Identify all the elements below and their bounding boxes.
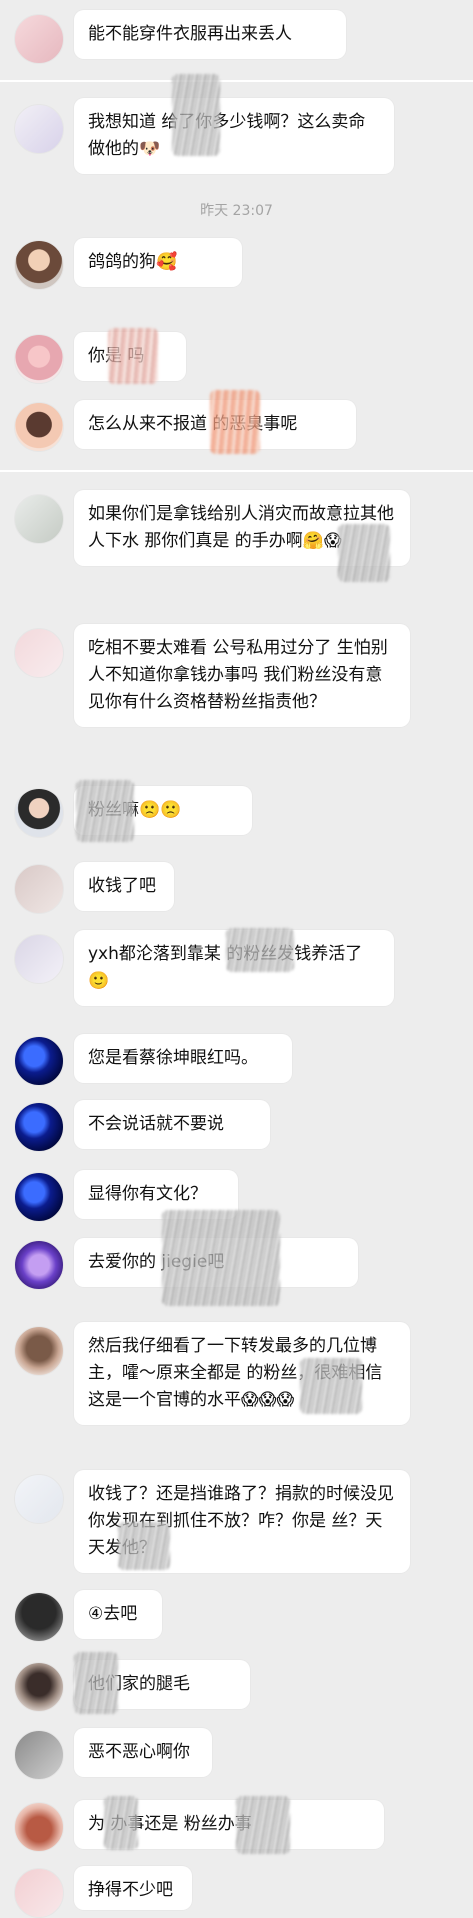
message-text: 显得你有文化？ xyxy=(88,1184,207,1204)
message-bubble: 挣得不少吧 xyxy=(74,1866,192,1910)
message-text: 恶不恶心啊你 xyxy=(88,1742,190,1762)
message-bubble: 您是看蔡徐坤眼红吗。 xyxy=(74,1034,292,1083)
avatar[interactable] xyxy=(14,1240,64,1290)
avatar[interactable] xyxy=(14,494,64,544)
section-divider xyxy=(0,80,473,82)
avatar[interactable] xyxy=(14,1036,64,1086)
avatar[interactable] xyxy=(14,628,64,678)
message-text: 怎么从来不报道 的恶臭事呢 xyxy=(88,414,298,434)
message-bubble: 去爱你的 jiegie吧 xyxy=(74,1238,358,1287)
message-text: 挣得不少吧 xyxy=(88,1880,173,1900)
message-bubble: 怎么从来不报道 的恶臭事呢 xyxy=(74,400,356,449)
avatar[interactable] xyxy=(14,1102,64,1152)
message-text: 收钱了吧 xyxy=(88,876,156,896)
message-bubble: 不会说话就不要说 xyxy=(74,1100,270,1149)
avatar[interactable] xyxy=(14,864,64,914)
message-bubble: 吃相不要太难看 公号私用过分了 生怕别人不知道你拿钱办事吗 我们粉丝没有意见你有… xyxy=(74,624,410,727)
avatar[interactable] xyxy=(14,1172,64,1222)
message-text: 然后我仔细看了一下转发最多的几位博主，嚯～原来全都是 的粉丝，很难相信这是一个官… xyxy=(88,1336,383,1410)
message-bubble: 显得你有文化？ xyxy=(74,1170,238,1219)
timestamp: 昨天 23:07 xyxy=(200,203,273,219)
avatar[interactable] xyxy=(14,1802,64,1852)
avatar[interactable] xyxy=(14,334,64,384)
message-bubble: ④去吧 xyxy=(74,1590,162,1639)
section-divider xyxy=(0,470,473,472)
message-text: 吃相不要太难看 公号私用过分了 生怕别人不知道你拿钱办事吗 我们粉丝没有意见你有… xyxy=(88,638,388,712)
message-bubble: 你是 吗 xyxy=(74,332,186,381)
message-text: 如果你们是拿钱给别人消灾而故意拉其他人下水 那你们真是 的手办啊🤗😱 xyxy=(88,504,394,551)
message-bubble: yxh都沦落到靠某 的粉丝发钱养活了🙂 xyxy=(74,930,394,1006)
avatar[interactable] xyxy=(14,1592,64,1642)
message-bubble: 能不能穿件衣服再出来丢人 xyxy=(74,10,346,59)
message-text: 粉丝嘛🙁🙁 xyxy=(88,800,182,820)
message-text: 他们家的腿毛 xyxy=(88,1674,190,1694)
message-bubble: 如果你们是拿钱给别人消灾而故意拉其他人下水 那你们真是 的手办啊🤗😱 xyxy=(74,490,410,566)
message-text: 鸽鸽的狗🥰 xyxy=(88,252,178,272)
message-text: 去爱你的 jiegie吧 xyxy=(88,1252,225,1272)
message-text: 我想知道 给了你多少钱啊？这么卖命做他的🐶 xyxy=(88,112,366,159)
message-bubble: 我想知道 给了你多少钱啊？这么卖命做他的🐶 xyxy=(74,98,394,174)
message-text: 您是看蔡徐坤眼红吗。 xyxy=(88,1048,258,1068)
message-text: 为 办事还是 粉丝办事 xyxy=(88,1814,252,1834)
message-text: 能不能穿件衣服再出来丢人 xyxy=(88,24,292,44)
message-text: 不会说话就不要说 xyxy=(88,1114,224,1134)
message-text: 你是 吗 xyxy=(88,346,145,366)
avatar[interactable] xyxy=(14,240,64,290)
message-bubble: 收钱了？还是挡谁路了？捐款的时候没见你发现在到抓住不放？咋？你是 丝？天天发他？ xyxy=(74,1470,410,1573)
chat-log: 能不能穿件衣服再出来丢人 我想知道 给了你多少钱啊？这么卖命做他的🐶 昨天 23… xyxy=(0,0,473,1918)
message-bubble: 粉丝嘛🙁🙁 xyxy=(74,786,252,835)
avatar[interactable] xyxy=(14,1868,64,1918)
message-bubble: 然后我仔细看了一下转发最多的几位博主，嚯～原来全都是 的粉丝，很难相信这是一个官… xyxy=(74,1322,410,1425)
message-bubble: 收钱了吧 xyxy=(74,862,174,911)
avatar[interactable] xyxy=(14,1326,64,1376)
avatar[interactable] xyxy=(14,14,64,64)
avatar[interactable] xyxy=(14,1474,64,1524)
message-bubble: 他们家的腿毛 xyxy=(74,1660,250,1709)
message-text: yxh都沦落到靠某 的粉丝发钱养活了🙂 xyxy=(88,944,363,991)
avatar[interactable] xyxy=(14,1730,64,1780)
message-text: ④去吧 xyxy=(88,1604,138,1624)
avatar[interactable] xyxy=(14,934,64,984)
message-bubble: 鸽鸽的狗🥰 xyxy=(74,238,242,287)
message-text: 收钱了？还是挡谁路了？捐款的时候没见你发现在到抓住不放？咋？你是 丝？天天发他？ xyxy=(88,1484,394,1558)
message-bubble: 恶不恶心啊你 xyxy=(74,1728,212,1777)
avatar[interactable] xyxy=(14,788,64,838)
message-bubble: 为 办事还是 粉丝办事 xyxy=(74,1800,384,1849)
avatar[interactable] xyxy=(14,402,64,452)
avatar[interactable] xyxy=(14,1662,64,1712)
avatar[interactable] xyxy=(14,104,64,154)
